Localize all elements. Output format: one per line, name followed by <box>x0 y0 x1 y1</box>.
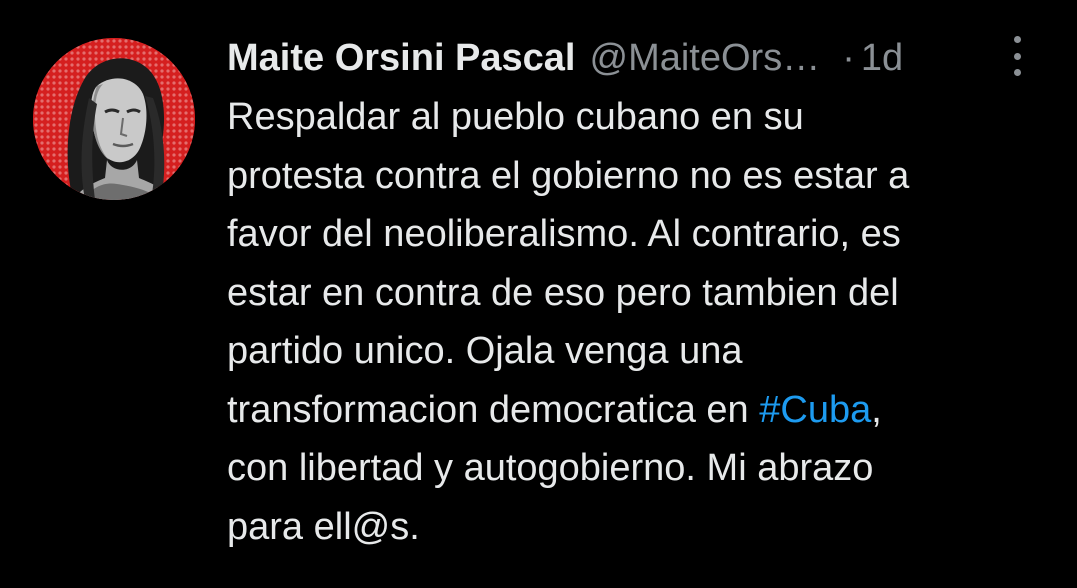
tweet[interactable]: Maite Orsini Pascal @MaiteOrs… · 1d Resp… <box>0 0 1077 588</box>
tweet-text-line: favor del neoliberalismo. Al contrario, … <box>227 213 901 255</box>
more-dot <box>1013 69 1021 76</box>
tweet-text-line: protesta contra el gobierno no es estar … <box>227 154 910 197</box>
tweet-text-line: con libertad y autogobierno. Mi abrazo <box>227 447 874 489</box>
tweet-text-line: transformacion democratica en #Cuba, <box>227 381 1067 440</box>
tweet-text-line: estar en contra de eso pero tambien del <box>227 271 899 314</box>
tweet-timestamp[interactable]: 1d <box>861 32 903 84</box>
avatar-portrait-icon <box>33 38 195 200</box>
more-dot <box>1013 52 1021 60</box>
tweet-text-segment: , <box>871 388 882 431</box>
tweet-text: Respaldar al pueblo cubano en su protest… <box>227 88 1067 556</box>
more-options-icon[interactable] <box>1001 36 1033 76</box>
tweet-header: Maite Orsini Pascal @MaiteOrs… · 1d <box>227 32 903 84</box>
hashtag-link[interactable]: #Cuba <box>759 389 871 431</box>
tweet-text-line: Respaldar al pueblo cubano en su <box>227 96 804 138</box>
header-separator: · <box>842 37 855 79</box>
author-avatar[interactable] <box>33 38 195 200</box>
author-handle[interactable]: @MaiteOrs… <box>590 32 821 84</box>
tweet-text-segment: transformacion democratica en <box>227 388 760 431</box>
tweet-text-line: para ell@s. <box>227 505 420 548</box>
author-display-name[interactable]: Maite Orsini Pascal <box>227 32 576 84</box>
more-dot <box>1013 36 1021 43</box>
tweet-text-line: partido unico. Ojala venga una <box>227 330 743 372</box>
